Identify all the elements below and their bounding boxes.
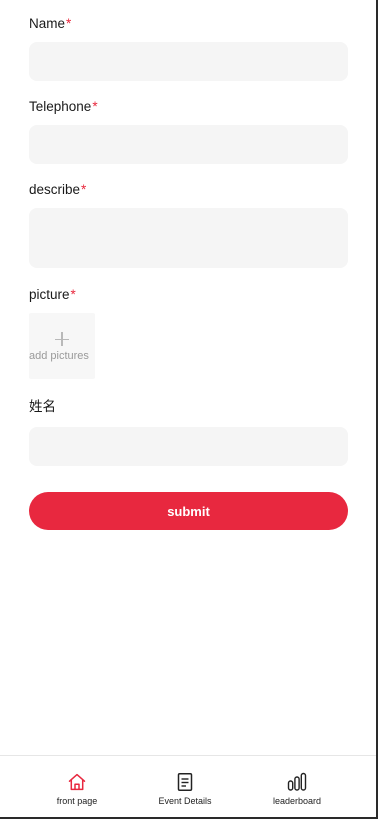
chinese-name-label: 姓名 xyxy=(29,399,56,415)
chinese-name-input[interactable] xyxy=(29,427,348,466)
tab-event-details-label: Event Details xyxy=(158,796,212,806)
tab-front-page-label: front page xyxy=(56,796,98,806)
describe-textarea[interactable] xyxy=(29,208,348,268)
app-frame: Name * Telephone * describe * picture * add … xyxy=(0,0,378,819)
submit-button[interactable]: submit xyxy=(29,492,348,530)
describe-label-text: describe xyxy=(29,182,81,197)
bottom-tab-bar: front page Event Details leaderboard xyxy=(0,755,376,817)
picture-label: picture * xyxy=(29,287,76,303)
document-icon xyxy=(177,773,193,791)
add-pictures-button[interactable]: add pictures xyxy=(29,313,95,379)
home-icon xyxy=(68,773,86,791)
required-mark: * xyxy=(66,16,72,31)
bar-chart-icon xyxy=(287,772,307,791)
required-mark: * xyxy=(70,287,76,302)
tab-event-details[interactable]: Event Details xyxy=(130,756,240,818)
telephone-label-text: Telephone xyxy=(29,99,92,114)
describe-label: describe * xyxy=(29,182,86,198)
telephone-label: Telephone * xyxy=(29,99,98,115)
picture-label-text: picture xyxy=(29,287,70,302)
tab-front-page[interactable]: front page xyxy=(22,756,132,818)
required-mark: * xyxy=(92,99,98,114)
telephone-input[interactable] xyxy=(29,125,348,164)
required-mark: * xyxy=(81,182,87,197)
name-input[interactable] xyxy=(29,42,348,81)
add-pictures-text: add pictures xyxy=(29,350,89,362)
tab-leaderboard-label: leaderboard xyxy=(272,796,322,806)
name-label: Name * xyxy=(29,16,71,32)
name-label-text: Name xyxy=(29,16,66,31)
tab-leaderboard[interactable]: leaderboard xyxy=(242,756,352,818)
plus-icon xyxy=(55,332,69,346)
